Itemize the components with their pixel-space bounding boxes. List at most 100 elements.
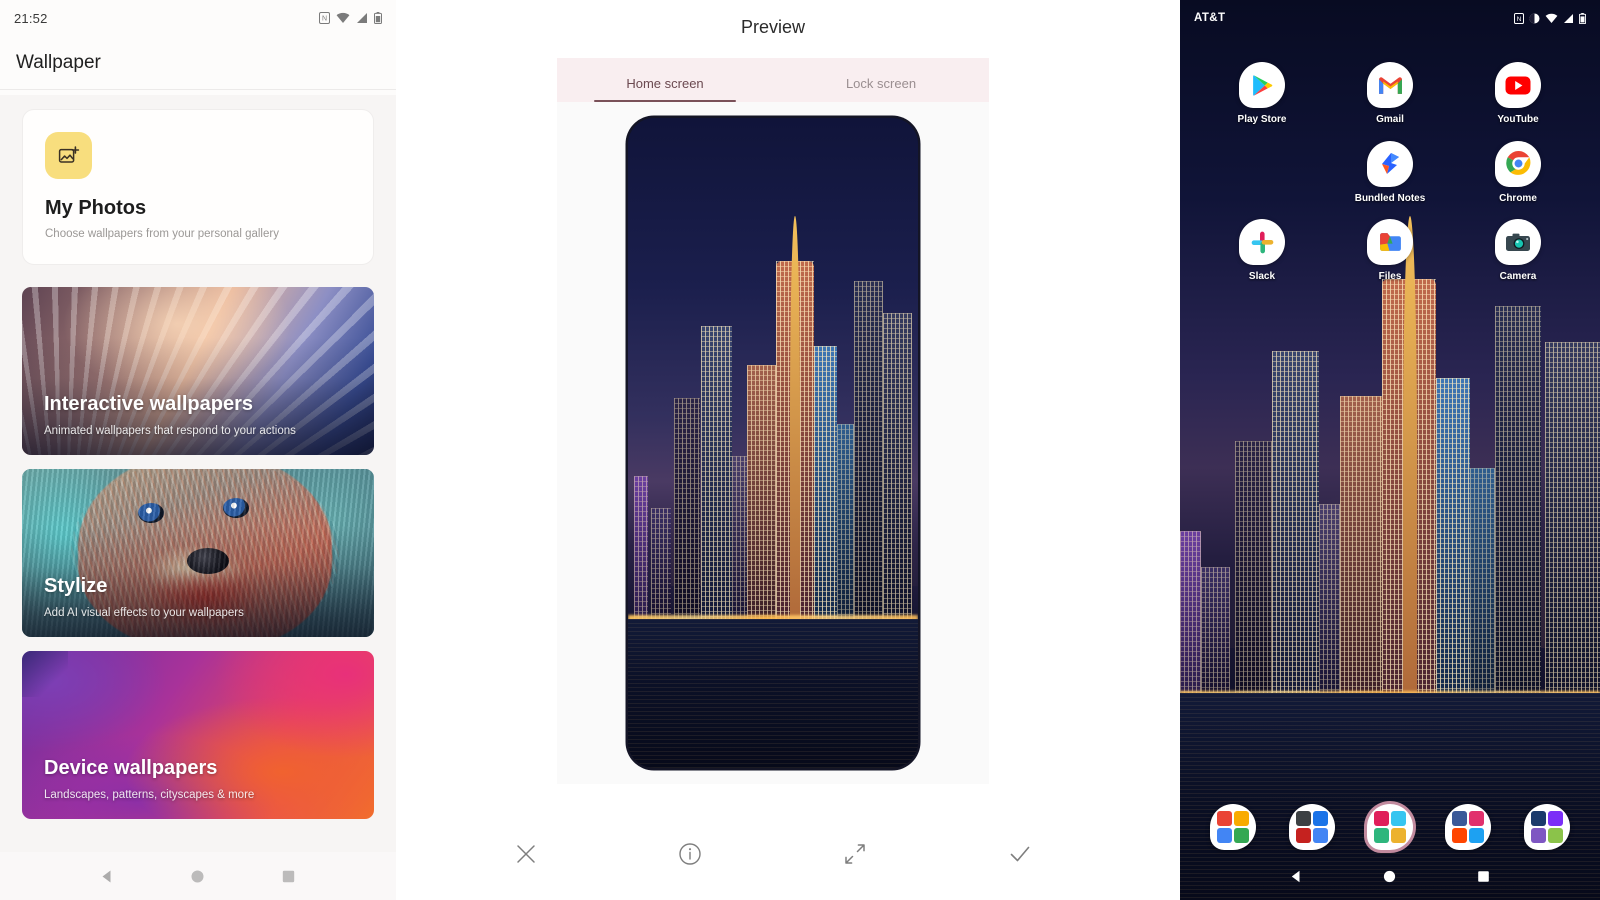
files-icon: [1367, 219, 1413, 265]
recents-icon[interactable]: [1476, 869, 1491, 884]
status-icons: N: [1514, 12, 1586, 24]
folder-mini-icon: [1547, 811, 1563, 826]
corner-accent: [22, 651, 68, 697]
slack-mini-icon: [1373, 811, 1389, 826]
folder-mini-icon: [1217, 811, 1233, 826]
app-youtube[interactable]: YouTube: [1454, 62, 1582, 127]
water-reflection: [628, 618, 918, 768]
building: [1318, 504, 1340, 693]
category-card-device-wallpapers[interactable]: Device wallpapers Landscapes, patterns, …: [22, 651, 374, 819]
folder-mini-icon: [1530, 811, 1546, 826]
folder-mini-icon: [1452, 828, 1468, 843]
home-icon[interactable]: [190, 869, 205, 884]
dock-folder-media[interactable]: [1288, 804, 1335, 850]
android-nav-bar: [1180, 852, 1600, 900]
app-row: Play Store Gmail YouTube: [1198, 62, 1582, 127]
app-row: Bundled Notes Chrome: [1198, 140, 1582, 206]
app-grid: Play Store Gmail YouTube Bundled Notes C…: [1180, 62, 1600, 298]
preview-tab-bar: Home screen Lock screen: [557, 58, 989, 102]
app-bundled-notes[interactable]: Bundled Notes: [1326, 140, 1454, 206]
dock-folder-work[interactable]: [1523, 804, 1570, 850]
battery-icon: [374, 12, 382, 24]
app-label: Chrome: [1499, 192, 1537, 204]
building: [1234, 441, 1273, 693]
status-bar: AT&T N: [1180, 0, 1600, 36]
dock-folder-social[interactable]: [1445, 804, 1492, 850]
my-photos-title: My Photos: [45, 197, 147, 219]
battery-icon: [1579, 12, 1586, 24]
category-title: Device wallpapers: [44, 757, 218, 780]
status-bar: 21:52 N: [0, 0, 396, 36]
category-subtitle: Add AI visual effects to your wallpapers: [44, 607, 244, 619]
bundled-notes-icon: [1367, 140, 1413, 187]
recents-icon[interactable]: [281, 869, 296, 884]
slack-mini-icon: [1390, 811, 1406, 826]
building: [1469, 468, 1495, 693]
carrier-label: AT&T: [1194, 12, 1226, 24]
app-slack[interactable]: Slack: [1198, 219, 1326, 284]
dock-folder-google[interactable]: [1210, 804, 1257, 850]
preview-stage: [557, 102, 989, 784]
android-nav-bar: [0, 852, 396, 900]
app-camera[interactable]: Camera: [1454, 219, 1582, 284]
folder-mini-icon: [1312, 828, 1328, 843]
back-icon[interactable]: [100, 869, 115, 884]
building: [813, 345, 837, 619]
dock: [1180, 804, 1600, 850]
expand-arrows-icon[interactable]: [843, 842, 867, 866]
signal-icon: [1564, 13, 1573, 23]
folder-mini-icon: [1469, 828, 1485, 843]
gmail-icon: [1367, 62, 1413, 108]
wifi-icon: [336, 12, 350, 23]
youtube-icon: [1495, 62, 1541, 108]
wallpaper-picker-panel: 21:52 N Wallpaper My Photos Choose wallp…: [0, 0, 396, 900]
app-chrome[interactable]: Chrome: [1454, 140, 1582, 206]
folder-mini-icon: [1234, 811, 1250, 826]
back-icon[interactable]: [1289, 869, 1304, 884]
building: [836, 423, 855, 619]
status-clock: 21:52: [14, 10, 48, 26]
tab-home-screen[interactable]: Home screen: [557, 76, 773, 102]
app-bar: Wallpaper: [0, 36, 396, 90]
app-files[interactable]: Files: [1326, 219, 1454, 284]
app-label: YouTube: [1497, 114, 1539, 125]
building: [1339, 396, 1382, 693]
folder-mini-icon: [1547, 828, 1563, 843]
category-card-interactive-wallpapers[interactable]: Interactive wallpapers Animated wallpape…: [22, 287, 374, 455]
wifi-icon: [1545, 13, 1558, 23]
building: [854, 280, 884, 619]
app-label: Bundled Notes: [1354, 192, 1426, 204]
app-gmail[interactable]: Gmail: [1326, 62, 1454, 127]
building: [746, 365, 776, 619]
folder-mini-icon: [1217, 828, 1233, 843]
app-play-store[interactable]: Play Store: [1198, 62, 1326, 127]
preview-action-bar: [408, 808, 1138, 900]
phone-preview[interactable]: [628, 118, 918, 768]
folder-mini-icon: [1234, 828, 1250, 843]
tab-lock-screen[interactable]: Lock screen: [773, 76, 989, 102]
building: [883, 313, 913, 619]
building: [633, 475, 649, 619]
my-photos-card[interactable]: My Photos Choose wallpapers from your pe…: [22, 109, 374, 265]
category-card-stylize[interactable]: Stylize Add AI visual effects to your wa…: [22, 469, 374, 637]
category-subtitle: Animated wallpapers that respond to your…: [44, 425, 296, 437]
app-label: Slack: [1248, 271, 1276, 282]
building: [651, 508, 672, 619]
home-icon[interactable]: [1382, 869, 1397, 884]
folder-mini-icon: [1452, 811, 1468, 826]
home-screen-panel: AT&T N Play Store Gmail YouTube Bundled …: [1180, 0, 1600, 900]
close-icon[interactable]: [515, 843, 537, 865]
check-icon[interactable]: [1008, 842, 1032, 866]
app-row: Slack Files Camera: [1198, 219, 1582, 284]
app-label: Camera: [1499, 271, 1537, 282]
svg-text:N: N: [1517, 16, 1522, 23]
info-circle-icon[interactable]: [678, 842, 702, 866]
play-store-icon: [1239, 62, 1285, 108]
app-label: Play Store: [1237, 114, 1287, 125]
dock-app-slack[interactable]: [1366, 804, 1413, 850]
building: [674, 397, 701, 619]
svg-text:N: N: [322, 16, 327, 23]
folder-mini-icon: [1295, 811, 1311, 826]
category-text: Interactive wallpapers Animated wallpape…: [44, 393, 356, 437]
building: [1180, 531, 1201, 693]
